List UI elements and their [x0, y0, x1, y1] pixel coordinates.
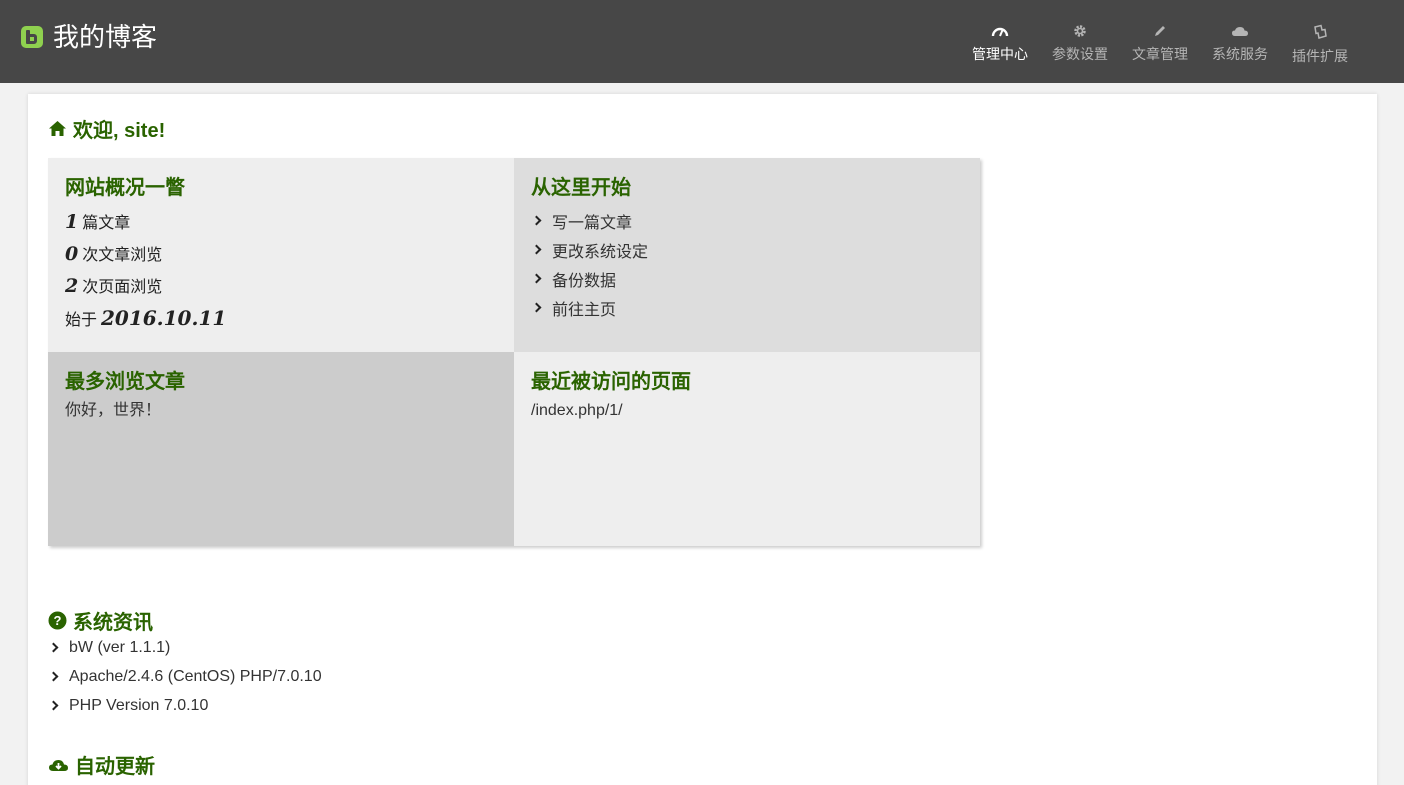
blog-logo-icon [21, 26, 43, 48]
nav-item-dashboard[interactable]: 管理中心 [960, 24, 1040, 66]
link-write-article[interactable]: 写一篇文章 [531, 206, 963, 235]
stat-label: 次文章浏览 [82, 247, 163, 264]
link-label: 备份数据 [552, 272, 617, 290]
nav-label: 文章管理 [1132, 46, 1188, 62]
chevron-right-icon [48, 671, 59, 682]
brand-title: 我的博客 [53, 22, 158, 52]
list-item: PHP Version 7.0.10 [48, 691, 322, 720]
nav-label: 系统服务 [1212, 46, 1268, 62]
stat-label: 篇文章 [82, 215, 131, 232]
pencil-icon [1155, 26, 1165, 36]
most-viewed-card: 最多浏览文章 你好，世界！ [48, 352, 514, 546]
chevron-right-icon [531, 215, 542, 226]
top-bar: 我的博客 管理中心 参数设置 文章管理 系统服务 插件扩展 [0, 0, 1404, 83]
recent-pages-card: 最近被访问的页面 /index.php/1/ [514, 352, 980, 546]
most-viewed-article[interactable]: 你好，世界！ [65, 400, 497, 422]
auto-update-title: 自动更新 [75, 756, 155, 778]
welcome-heading: 欢迎, site! [48, 114, 165, 143]
recent-page-url[interactable]: /index.php/1/ [531, 400, 963, 422]
system-info-title: 系统资讯 [73, 612, 153, 634]
chevron-right-icon [531, 273, 542, 284]
since-label: 始于 [65, 312, 98, 329]
quick-start-title: 从这里开始 [531, 177, 631, 199]
cloud-icon [1232, 27, 1248, 36]
link-backup-data[interactable]: 备份数据 [531, 264, 963, 293]
list-item: bW (ver 1.1.1) [48, 633, 322, 662]
system-info-value: PHP Version 7.0.10 [69, 696, 209, 714]
nav-item-services[interactable]: 系统服务 [1200, 24, 1280, 66]
since-date: 2016.10.11 [101, 306, 227, 330]
most-viewed-title: 最多浏览文章 [65, 371, 185, 393]
overview-card: 网站概况一瞥 1 篇文章 0 次文章浏览 2 次页面浏览 始于 2016.10.11 [48, 158, 514, 352]
home-icon [49, 121, 66, 136]
welcome-title: 欢迎, site! [73, 120, 166, 142]
nav-label: 管理中心 [972, 46, 1028, 62]
stat-articles: 1 篇文章 [65, 206, 497, 238]
chevron-right-icon [531, 244, 542, 255]
link-label: 前往主页 [552, 301, 617, 319]
nav-item-articles[interactable]: 文章管理 [1120, 24, 1200, 66]
svg-text:?: ? [54, 613, 62, 628]
system-info-value: bW (ver 1.1.1) [69, 638, 171, 656]
dashboard-grid: 网站概况一瞥 1 篇文章 0 次文章浏览 2 次页面浏览 始于 2016.10.11 从… [48, 158, 980, 546]
stat-label: 次页面浏览 [82, 279, 163, 296]
list-item: Apache/2.4.6 (CentOS) PHP/7.0.10 [48, 662, 322, 691]
question-circle-icon: ? [48, 611, 67, 630]
main-panel: 欢迎, site! 网站概况一瞥 1 篇文章 0 次文章浏览 2 次页面浏览 始于 20… [28, 94, 1377, 785]
link-label: 写一篇文章 [552, 214, 633, 232]
link-label: 更改系统设定 [552, 243, 649, 261]
nav-item-plugins[interactable]: 插件扩展 [1280, 24, 1360, 66]
quick-start-links: 写一篇文章 更改系统设定 备份数据 前往主页 [531, 206, 963, 322]
recent-pages-title: 最近被访问的页面 [531, 371, 691, 393]
auto-update-heading: 自动更新 [48, 750, 155, 779]
chevron-right-icon [531, 302, 542, 313]
brand[interactable]: 我的博客 [21, 20, 157, 54]
stat-value: 2 [65, 275, 79, 297]
overview-title: 网站概况一瞥 [65, 177, 185, 199]
stat-value: 0 [65, 243, 79, 265]
stat-since: 始于 2016.10.11 [65, 302, 497, 334]
quick-start-card: 从这里开始 写一篇文章 更改系统设定 备份数据 前往主页 [514, 158, 980, 352]
chevron-right-icon [48, 642, 59, 653]
nav-item-settings[interactable]: 参数设置 [1040, 24, 1120, 66]
nav-label: 参数设置 [1052, 46, 1108, 62]
system-info-list: bW (ver 1.1.1) Apache/2.4.6 (CentOS) PHP… [48, 633, 322, 720]
dashboard-icon [991, 27, 1009, 37]
link-change-settings[interactable]: 更改系统设定 [531, 235, 963, 264]
puzzle-icon [1314, 24, 1327, 39]
system-info-heading: ? 系统资讯 [48, 606, 153, 635]
cloud-download-icon [49, 759, 68, 771]
stat-article-views: 0 次文章浏览 [65, 238, 497, 270]
main-nav: 管理中心 参数设置 文章管理 系统服务 插件扩展 [960, 24, 1360, 66]
stat-page-views: 2 次页面浏览 [65, 270, 497, 302]
chevron-right-icon [48, 700, 59, 711]
stat-value: 1 [65, 211, 79, 233]
system-info-value: Apache/2.4.6 (CentOS) PHP/7.0.10 [69, 667, 322, 685]
nav-label: 插件扩展 [1292, 48, 1348, 64]
link-go-home[interactable]: 前往主页 [531, 293, 963, 322]
gear-icon [1074, 25, 1086, 37]
